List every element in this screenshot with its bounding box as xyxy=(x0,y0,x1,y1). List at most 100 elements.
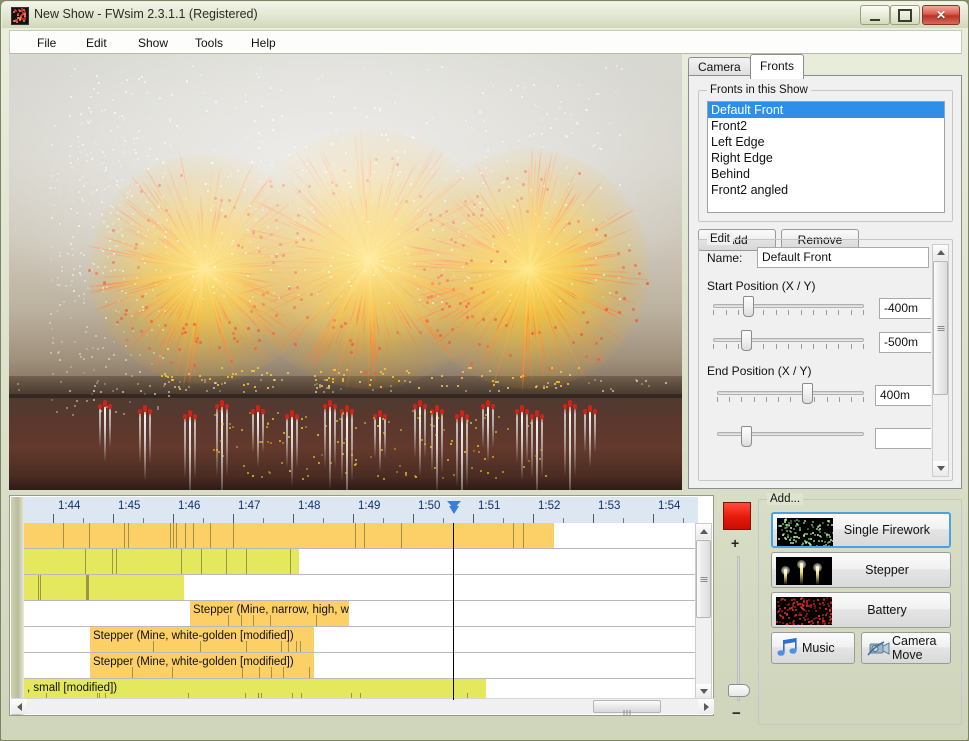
name-label: Name: xyxy=(707,251,742,265)
timeline-clip[interactable]: Stepper (Mine, white-golden [modified]) xyxy=(90,653,314,678)
scroll-down-arrow[interactable] xyxy=(933,461,948,476)
clip-event-marker xyxy=(355,523,356,548)
timeline-scroll-up-arrow[interactable] xyxy=(696,524,711,539)
fronts-list[interactable]: Default FrontFront2Left EdgeRight EdgeBe… xyxy=(707,101,945,213)
window-title: New Show - FWsim 2.3.1.1 (Registered) xyxy=(34,7,258,21)
clip-event-marker xyxy=(181,549,182,574)
start-y-value[interactable]: -500m xyxy=(879,332,931,353)
menu-help[interactable]: Help xyxy=(244,35,283,52)
timeline-horizontal-scrollbar[interactable] xyxy=(11,698,714,714)
start-y-slider-track[interactable] xyxy=(713,338,864,342)
start-x-value[interactable]: -400m xyxy=(879,298,931,319)
clip-event-marker xyxy=(316,615,317,626)
timeline-tracks[interactable]: Stepper (Mine, narrow, high, w TStepper … xyxy=(24,523,698,700)
menu-show[interactable]: Show xyxy=(131,35,175,52)
timeline-clip[interactable]: Stepper (Mine, narrow, high, w T xyxy=(190,601,349,626)
start-y-slider-thumb[interactable] xyxy=(741,330,752,351)
timeline-clip[interactable] xyxy=(24,549,299,574)
minimize-button[interactable] xyxy=(860,5,890,25)
front-list-item[interactable]: Behind xyxy=(708,166,944,182)
start-y-slider-ticks xyxy=(713,344,864,349)
minimize-icon xyxy=(861,6,889,24)
close-button[interactable]: ✕ xyxy=(922,5,960,25)
edit-scroll-thumb[interactable] xyxy=(933,261,948,395)
front-list-item[interactable]: Front2 xyxy=(708,118,944,134)
timeline-left-margin xyxy=(11,497,24,715)
end-y-slider-track[interactable] xyxy=(717,432,864,436)
timeline-track[interactable] xyxy=(24,523,698,549)
clip-event-marker xyxy=(226,549,227,574)
timeline-scroll-thumb[interactable] xyxy=(696,540,711,618)
timeline-clip[interactable] xyxy=(24,523,554,548)
zoom-in-label[interactable]: + xyxy=(731,535,739,551)
ruler-major-tick xyxy=(233,514,234,523)
front-list-item[interactable]: Left Edge xyxy=(708,134,944,150)
timeline-track[interactable]: Stepper (Mine, white-golden [modified]) xyxy=(24,627,698,653)
timeline-clip[interactable]: , small [modified]) xyxy=(24,679,486,700)
front-list-item[interactable]: Front2 angled xyxy=(708,182,944,198)
clip-event-marker xyxy=(364,523,365,548)
scroll-up-arrow[interactable] xyxy=(933,245,948,260)
add-stepper-label: Stepper xyxy=(772,553,950,587)
ruler-major-tick xyxy=(413,514,414,523)
maximize-button[interactable] xyxy=(890,5,920,25)
maximize-icon xyxy=(891,6,919,24)
playhead-chevron-icon[interactable] xyxy=(446,500,462,517)
clip-event-marker xyxy=(38,575,39,600)
timeline-scroll-left-arrow[interactable] xyxy=(11,699,27,714)
front-list-item[interactable]: Right Edge xyxy=(708,150,944,166)
start-x-slider-track[interactable] xyxy=(713,304,864,308)
front-list-item[interactable]: Default Front xyxy=(708,102,944,118)
timeline-ruler[interactable]: 1:441:451:461:471:481:491:501:511:521:53… xyxy=(24,497,698,524)
ruler-major-tick xyxy=(593,514,594,523)
menu-edit[interactable]: Edit xyxy=(79,35,114,52)
menu-tools[interactable]: Tools xyxy=(188,35,230,52)
fronts-group-label: Fronts in this Show xyxy=(707,84,811,96)
track-color-swatch[interactable] xyxy=(723,502,751,530)
timeline-track[interactable]: , small [modified]) xyxy=(24,679,698,700)
clip-event-marker xyxy=(201,549,202,574)
clip-event-marker xyxy=(246,549,247,574)
timeline-scroll-right-arrow[interactable] xyxy=(698,699,714,714)
add-single-firework-button[interactable]: Single Firework xyxy=(771,512,951,548)
clip-event-marker xyxy=(173,523,174,548)
menu-file[interactable]: File xyxy=(30,35,63,52)
add-camera-move-button[interactable]: Camera Move xyxy=(861,632,951,664)
edit-vertical-scrollbar[interactable] xyxy=(932,244,949,477)
end-x-value[interactable]: 400m xyxy=(875,385,931,406)
clip-event-marker xyxy=(259,667,260,678)
timeline-track[interactable] xyxy=(24,575,698,601)
timeline-hscroll-thumb[interactable] xyxy=(593,700,661,713)
ruler-time-label: 1:51 xyxy=(478,500,500,512)
panel-tabs: CameraFronts xyxy=(688,54,962,76)
ruler-major-tick xyxy=(53,514,54,523)
tab-fronts[interactable]: Fronts xyxy=(750,54,804,79)
ruler-major-tick xyxy=(293,514,294,523)
clip-event-marker xyxy=(401,523,402,548)
zoom-out-label[interactable]: − xyxy=(732,705,741,722)
timeline-clip[interactable] xyxy=(24,575,184,600)
right-side-panel: CameraFronts Fronts in this Show Default… xyxy=(688,54,962,490)
playhead-line xyxy=(453,523,454,700)
end-y-slider-thumb[interactable] xyxy=(741,426,752,447)
simulation-viewport[interactable] xyxy=(9,54,682,490)
front-name-input[interactable]: Default Front xyxy=(757,247,929,268)
end-y-value[interactable] xyxy=(875,428,931,449)
end-x-slider-thumb[interactable] xyxy=(802,383,813,404)
end-x-slider-track[interactable] xyxy=(717,391,864,395)
ruler-time-label: 1:45 xyxy=(118,500,140,512)
add-music-button[interactable]: Music xyxy=(771,632,855,664)
add-stepper-button[interactable]: Stepper xyxy=(771,552,951,588)
timeline-scroll-down-arrow[interactable] xyxy=(696,684,711,699)
start-x-slider-thumb[interactable] xyxy=(743,296,754,317)
zoom-slider-thumb[interactable] xyxy=(728,684,750,697)
timeline-clip[interactable]: Stepper (Mine, white-golden [modified]) xyxy=(90,627,314,652)
clip-event-marker xyxy=(116,549,117,574)
timeline-vertical-scrollbar[interactable] xyxy=(695,523,712,700)
tab-camera[interactable]: Camera xyxy=(688,57,751,76)
timeline-track[interactable]: Stepper (Mine, narrow, high, w T xyxy=(24,601,698,627)
add-battery-button[interactable]: Battery xyxy=(771,592,951,628)
timeline-track[interactable] xyxy=(24,549,698,575)
zoom-slider-track[interactable] xyxy=(737,556,740,701)
timeline-track[interactable]: Stepper (Mine, white-golden [modified]) xyxy=(24,653,698,679)
